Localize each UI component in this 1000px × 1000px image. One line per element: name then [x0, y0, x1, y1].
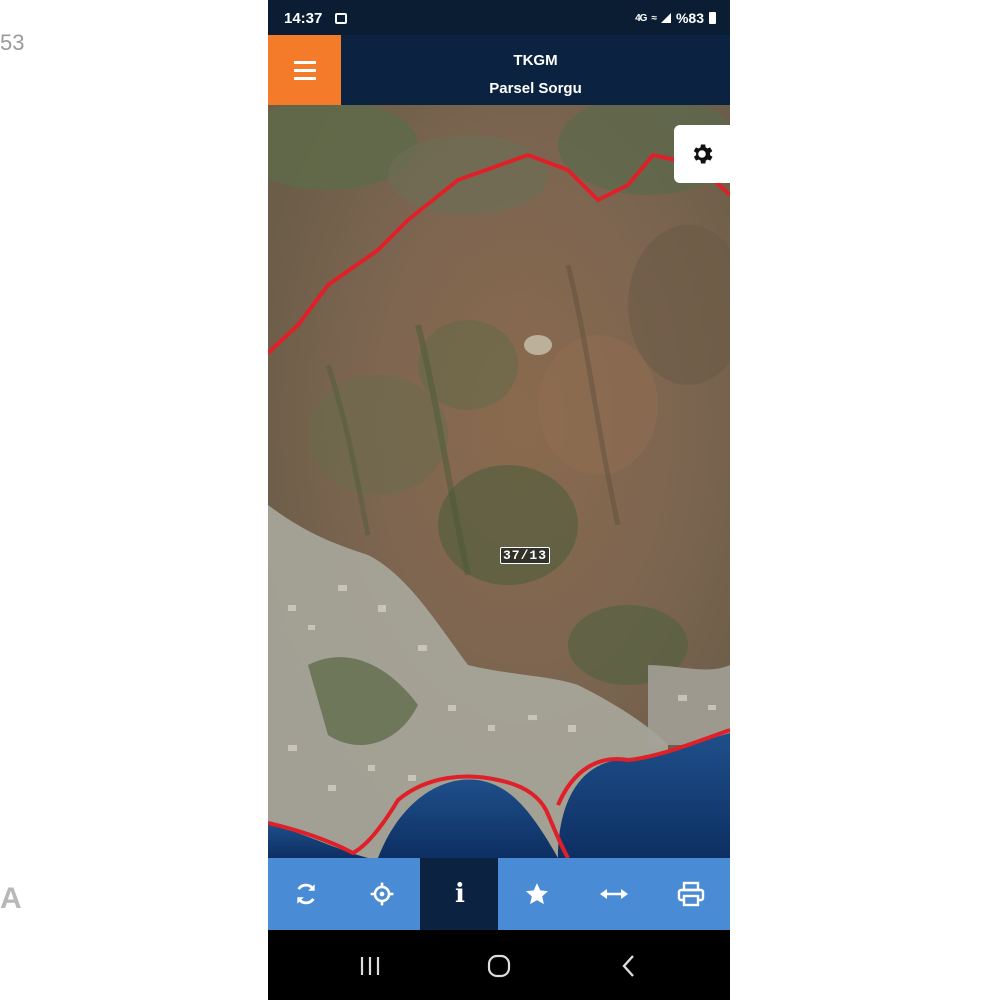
recent-apps-icon	[360, 957, 380, 975]
refresh-icon	[297, 883, 315, 905]
info-button[interactable]: i	[422, 858, 498, 930]
recent-apps-button[interactable]	[350, 952, 390, 980]
star-icon	[525, 883, 548, 905]
gear-icon	[693, 144, 713, 164]
wifi-call-icon: ≈	[651, 12, 656, 24]
crosshair-icon	[370, 882, 394, 906]
map-imagery	[268, 105, 730, 858]
hamburger-line	[293, 76, 316, 80]
battery-icon	[709, 12, 716, 24]
status-bar: 14:37 4G ≈ %83	[268, 0, 730, 35]
cell-signal-icon	[660, 13, 671, 23]
home-icon	[487, 954, 511, 978]
actions-group	[498, 858, 730, 930]
hamburger-menu-button[interactable]	[268, 35, 341, 105]
app-subtitle: Parsel Sorgu	[489, 80, 582, 97]
back-icon	[622, 955, 634, 977]
app-title: TKGM	[513, 52, 558, 69]
arrows-horizontal-icon	[599, 889, 628, 899]
bottom-toolbar: i	[268, 858, 730, 930]
background-letter-text: A	[0, 882, 22, 915]
navigation-bar	[268, 930, 730, 1000]
refresh-locate-group	[268, 858, 420, 930]
hamburger-line	[293, 68, 316, 72]
background-number-text: 53	[0, 30, 25, 55]
network-signal-icon: 4G	[635, 12, 647, 24]
home-button[interactable]	[479, 952, 519, 980]
info-icon: i	[455, 879, 465, 909]
status-time: 14:37	[284, 10, 323, 27]
battery-percent: %83	[675, 10, 704, 26]
back-button[interactable]	[609, 952, 649, 980]
settings-button[interactable]	[674, 125, 730, 183]
status-icons: 4G ≈ %83	[635, 10, 716, 26]
hamburger-menu-icon	[293, 60, 316, 64]
photo-icon	[335, 13, 347, 24]
app-header: TKGM Parsel Sorgu	[268, 35, 730, 105]
parcel-label[interactable]: 37/13	[500, 547, 551, 564]
satellite-map[interactable]: 37/13	[268, 105, 730, 858]
locate-button[interactable]	[344, 858, 420, 930]
phone-screen: 14:37 4G ≈ %83 TKGM Parsel Sorgu 37/13 i	[268, 0, 730, 1000]
printer-icon	[677, 881, 705, 907]
measure-button[interactable]	[575, 858, 652, 930]
print-button[interactable]	[652, 858, 730, 930]
refresh-button[interactable]	[268, 858, 344, 930]
favorite-button[interactable]	[498, 858, 575, 930]
